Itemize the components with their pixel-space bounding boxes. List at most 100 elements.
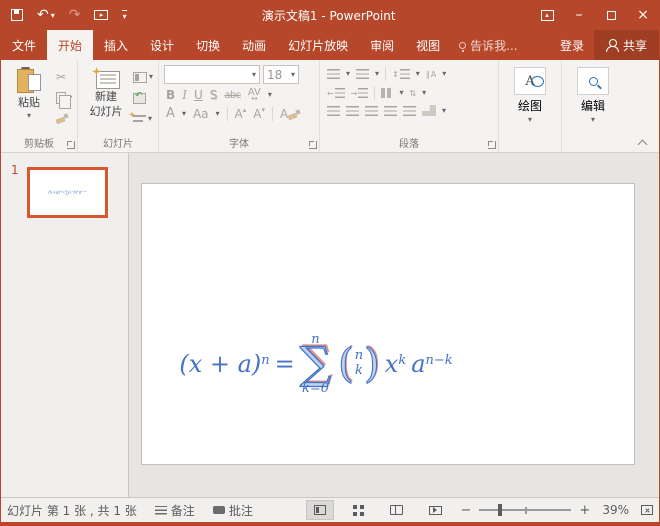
shrink-font-button[interactable]: A▾	[253, 106, 265, 121]
strikethrough-button[interactable]: abc	[224, 90, 240, 101]
character-spacing-button[interactable]: AV ↔	[248, 89, 261, 102]
change-case-dropdown-icon[interactable]: ▾	[216, 110, 220, 118]
distribute-icon[interactable]	[403, 106, 416, 116]
undo-button[interactable]: ↶ ▾	[37, 8, 55, 22]
share-button[interactable]: 共享	[594, 30, 659, 60]
tab-review[interactable]: 审阅	[359, 30, 405, 60]
paste-button[interactable]: 粘贴 ▾	[6, 65, 52, 137]
slideshow-view-icon	[429, 506, 442, 515]
font-color-dropdown-icon[interactable]: ▾	[182, 110, 186, 118]
zoom-percentage[interactable]: 39%	[602, 503, 629, 517]
numbering-icon[interactable]	[356, 69, 369, 79]
minimize-button[interactable]: –	[563, 0, 595, 30]
decrease-indent-icon[interactable]: ←	[327, 88, 345, 98]
fit-slide-to-window-button[interactable]	[641, 505, 653, 515]
text-shadow-button[interactable]: S	[210, 88, 218, 102]
justify-icon[interactable]	[384, 106, 397, 116]
columns-icon[interactable]	[381, 88, 393, 98]
font-size-dropdown-icon[interactable]: ▾	[291, 71, 295, 79]
eq-lhs-exponent: n	[261, 353, 269, 368]
convert-to-smartart-icon[interactable]	[422, 105, 436, 116]
undo-dropdown-icon[interactable]: ▾	[51, 11, 55, 20]
equation[interactable]: (x + a)n = n ∑ k=0 ( n k )	[179, 333, 452, 394]
copy-button[interactable]: ▾	[56, 90, 72, 106]
font-color-row: A ▾ Aa ▾ A▴ A▾ A	[164, 106, 314, 121]
align-right-icon[interactable]	[365, 106, 378, 116]
tab-view[interactable]: 视图	[405, 30, 451, 60]
text-direction-icon[interactable]: ∥A	[426, 70, 436, 79]
clear-formatting-button[interactable]: A	[280, 107, 300, 121]
tab-transitions[interactable]: 切换	[185, 30, 231, 60]
paste-dropdown-icon[interactable]: ▾	[27, 112, 31, 120]
comment-bubble-icon	[213, 506, 225, 514]
zoom-slider-track[interactable]	[479, 509, 571, 510]
zoom-out-button[interactable]: −	[461, 503, 472, 518]
format-painter-button[interactable]	[56, 111, 72, 127]
numbering-dropdown-icon[interactable]: ▾	[375, 70, 379, 78]
character-spacing-dropdown-icon[interactable]: ▾	[268, 91, 272, 99]
maximize-icon	[607, 11, 616, 20]
cut-button[interactable]: ✂	[56, 69, 72, 85]
zoom-in-button[interactable]: +	[579, 503, 590, 518]
tell-me-box[interactable]: 告诉我...	[451, 30, 525, 60]
bullets-dropdown-icon[interactable]: ▾	[346, 70, 350, 78]
font-color-button[interactable]: A	[166, 106, 175, 121]
reading-view-button[interactable]	[383, 501, 410, 519]
save-button[interactable]	[11, 9, 23, 21]
align-text-icon[interactable]: ⇅	[409, 89, 416, 98]
collapse-ribbon-icon[interactable]	[639, 138, 647, 146]
zoom-slider-thumb[interactable]	[498, 504, 502, 516]
bold-button[interactable]: B	[166, 88, 175, 102]
slideshow-view-button[interactable]	[422, 502, 449, 519]
increase-indent-icon[interactable]: →	[351, 88, 369, 98]
maximize-button[interactable]	[595, 0, 627, 30]
tab-insert[interactable]: 插入	[93, 30, 139, 60]
tab-slideshow[interactable]: 幻灯片放映	[277, 30, 359, 60]
clipboard-dialog-launcher[interactable]	[67, 141, 75, 149]
columns-dropdown-icon[interactable]: ▾	[399, 89, 403, 97]
align-center-icon[interactable]	[346, 106, 359, 116]
notes-button[interactable]: 备注	[155, 502, 195, 519]
comments-button[interactable]: 批注	[213, 502, 253, 519]
reset-icon	[133, 93, 146, 104]
align-left-icon[interactable]	[327, 106, 340, 116]
font-name-dropdown-icon[interactable]: ▾	[252, 71, 256, 79]
bullets-icon[interactable]	[327, 69, 340, 79]
slide-sorter-view-button[interactable]	[346, 501, 371, 520]
group-paragraph: ▾ ▾ ↕ ▾ ∥A ▾ ← → ▾ ⇅ ▾	[320, 60, 499, 152]
slide-thumbnail[interactable]: (x+a)ⁿ=∑(ₖⁿ)xᵏaⁿ⁻ᵏ	[27, 167, 108, 218]
ribbon-display-options-button[interactable]: ▴	[531, 0, 563, 30]
font-style-row: B I U S abc AV ↔ ▾	[164, 88, 314, 102]
slide-canvas[interactable]: (x + a)n = n ∑ k=0 ( n k )	[141, 183, 635, 465]
tab-home[interactable]: 开始	[47, 30, 93, 60]
normal-view-button[interactable]	[306, 500, 334, 520]
line-spacing-dropdown-icon[interactable]: ▾	[416, 70, 420, 78]
new-slide-button[interactable]: 新建 幻灯片	[83, 65, 129, 137]
paragraph-dialog-launcher[interactable]	[488, 141, 496, 149]
close-button[interactable]: ×	[627, 0, 659, 30]
slide-thumbnail-panel[interactable]: 1 (x+a)ⁿ=∑(ₖⁿ)xᵏaⁿ⁻ᵏ	[1, 153, 129, 497]
slide-editor-area[interactable]: (x + a)n = n ∑ k=0 ( n k )	[129, 153, 659, 497]
grow-font-button[interactable]: A▴	[235, 106, 247, 121]
italic-button[interactable]: I	[182, 88, 187, 102]
font-size-combobox[interactable]: 18▾	[263, 65, 299, 84]
align-text-dropdown-icon[interactable]: ▾	[422, 89, 426, 97]
change-case-button[interactable]: Aa	[193, 107, 209, 121]
line-spacing-icon[interactable]: ↕	[392, 69, 410, 79]
editing-button[interactable]: 编辑 ▾	[567, 65, 619, 137]
redo-button[interactable]: ↷	[69, 8, 81, 22]
section-button[interactable]: ▾	[133, 111, 153, 127]
drawing-button[interactable]: A 绘图 ▾	[504, 65, 556, 137]
tab-design[interactable]: 设计	[139, 30, 185, 60]
font-name-combobox[interactable]: ▾	[164, 65, 260, 84]
text-direction-dropdown-icon[interactable]: ▾	[442, 70, 446, 78]
smartart-dropdown-icon[interactable]: ▾	[442, 107, 446, 115]
font-dialog-launcher[interactable]	[309, 141, 317, 149]
tab-animations[interactable]: 动画	[231, 30, 277, 60]
reset-button[interactable]	[133, 90, 153, 106]
tab-file[interactable]: 文件	[1, 30, 47, 60]
layout-button[interactable]: ▾	[133, 69, 153, 85]
sign-in-button[interactable]: 登录	[550, 30, 594, 60]
underline-button[interactable]: U	[194, 88, 203, 102]
start-slideshow-button[interactable]: ▸	[94, 10, 108, 20]
